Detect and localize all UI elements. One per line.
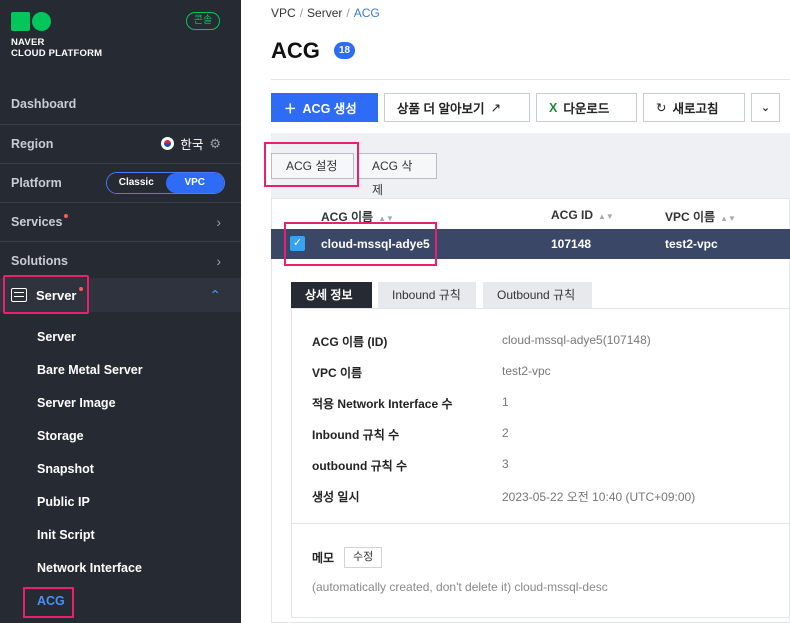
acg-delete-button[interactable]: ACG 삭제 [357,153,437,197]
excel-icon: X [549,100,558,115]
highlight-box-acg [23,587,74,618]
logo-line-2: CLOUD PLATFORM [11,48,103,59]
detail-value: 3 [502,457,509,471]
memo-label: 메모 [312,551,335,565]
nav-region-label: Region [11,136,54,151]
learn-more-button[interactable]: 상품 더 알아보기 ↗ [384,93,530,122]
sidebar-item-snapshot[interactable]: Snapshot [37,462,94,476]
sidebar-item-storage[interactable]: Storage [37,429,84,443]
nav-dashboard[interactable]: Dashboard [0,85,241,123]
page-title: ACG [271,38,320,63]
gear-icon[interactable]: ⚙ [209,136,221,152]
sidebar-item-server-image[interactable]: Server Image [37,396,116,410]
breadcrumb-server[interactable]: Server [307,6,342,20]
plus-icon: ＋ [284,102,297,116]
detail-key: Inbound 규칙 수 [312,428,400,442]
korea-flag-icon [161,137,175,150]
nav-dashboard-label: Dashboard [11,97,77,111]
highlight-box-server [3,275,89,314]
highlight-box-row [284,222,437,266]
refresh-icon: ↻ [656,101,667,115]
highlight-box-acg-settings [264,142,359,187]
nav-platform-label: Platform [11,175,62,190]
logo-line-1: NAVER [11,37,45,48]
breadcrumb-acg: ACG [353,6,380,20]
count-badge: 18 [334,42,355,59]
download-button[interactable]: X 다운로드 [536,93,637,122]
create-acg-button[interactable]: ＋ ACG 생성 [271,93,378,122]
detail-value: 1 [502,395,509,409]
detail-key: VPC 이름 [312,366,363,380]
detail-value: 2023-05-22 오전 10:40 (UTC+09:00) [502,490,696,504]
notification-dot [64,213,69,218]
memo-edit-button[interactable]: 수정 [344,547,383,568]
learn-more-label: 상품 더 알아보기 [397,102,485,116]
cell-acg-id: 107148 [551,237,592,251]
platform-toggle[interactable]: Classic VPC [106,171,225,194]
chevron-right-icon: › [216,213,221,230]
column-header-vpc-name[interactable]: VPC 이름 ▲▼ [665,208,736,225]
tab-inbound[interactable]: Inbound 규칙 [378,282,476,308]
logo-mark-icon [11,12,102,31]
memo-text: (automatically created, don't delete it)… [312,580,608,594]
chevron-down-icon: ⌄ [760,102,771,114]
sidebar-item-public-ip[interactable]: Public IP [37,495,90,509]
nav-solutions[interactable]: Solutions › [0,241,241,279]
detail-key: outbound 규칙 수 [312,459,408,473]
platform-option-classic[interactable]: Classic [107,172,166,193]
tab-outbound[interactable]: Outbound 규칙 [483,282,592,308]
sort-icon[interactable]: ▲▼ [598,212,614,221]
memo-panel [291,524,790,618]
external-link-icon: ↗ [490,101,501,115]
divider [271,79,790,80]
sidebar-item-server[interactable]: Server [37,330,76,344]
refresh-button[interactable]: ↻ 새로고침 [643,93,745,122]
chevron-right-icon: › [216,252,221,269]
sidebar-item-bare-metal-server[interactable]: Bare Metal Server [37,363,143,377]
tab-detail[interactable]: 상세 정보 [291,282,372,308]
breadcrumb-vpc[interactable]: VPC [271,6,296,20]
sidebar-item-network-interface[interactable]: Network Interface [37,561,142,575]
refresh-label: 새로고침 [672,102,719,116]
toolbar: ＋ ACG 생성 상품 더 알아보기 ↗ X 다운로드 ↻ 새로고침 ⌄ [271,93,780,122]
more-dropdown-button[interactable]: ⌄ [751,93,780,122]
chevron-up-icon: ⌃ [209,286,221,303]
download-label: 다운로드 [563,102,610,116]
console-badge[interactable]: 콘솔 [186,12,220,30]
sidebar-item-init-script[interactable]: Init Script [37,528,95,542]
detail-key: ACG 이름 (ID) [312,335,388,349]
nav-solutions-label: Solutions [11,253,68,268]
detail-value: test2-vpc [502,364,551,378]
naver-cloud-logo[interactable]: NAVER CLOUD PLATFORM [11,12,102,59]
nav-services[interactable]: Services › [0,202,241,240]
platform-option-vpc[interactable]: VPC [165,172,224,193]
sidebar: NAVER CLOUD PLATFORM 콘솔 Dashboard Region… [0,0,241,623]
breadcrumb: VPC / Server / ACG [271,6,380,20]
detail-key: 생성 일시 [312,490,360,504]
nav-region[interactable]: Region 한국 ⚙ [0,124,241,162]
column-header-acg-id[interactable]: ACG ID ▲▼ [551,208,614,222]
detail-value: cloud-mssql-adye5(107148) [502,333,651,347]
nav-platform: Platform Classic VPC [0,163,241,201]
detail-key: 적용 Network Interface 수 [312,397,453,411]
create-acg-label: ACG 생성 [302,102,357,116]
detail-value: 2 [502,426,509,440]
sort-icon[interactable]: ▲▼ [720,214,736,223]
region-value: 한국 [180,138,204,152]
nav-services-label: Services [11,214,63,229]
cell-vpc-name: test2-vpc [665,237,718,251]
